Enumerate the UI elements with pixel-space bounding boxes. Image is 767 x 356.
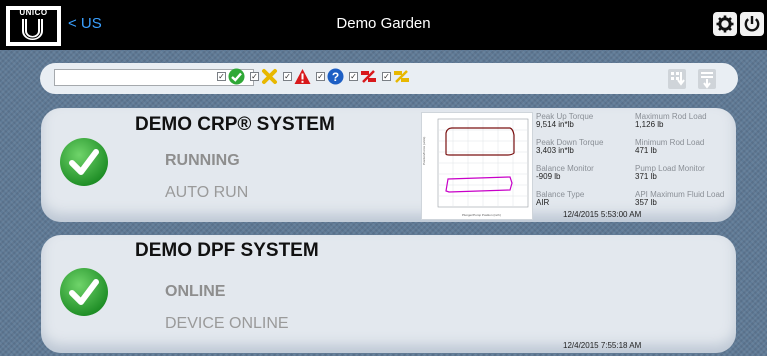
system-card-dpf[interactable]: DEMO DPF SYSTEM ONLINE DEVICE ONLINE 12/…	[41, 235, 736, 353]
filter-checkbox-other[interactable]: ✓	[382, 72, 391, 81]
blue-question-icon: ?	[327, 68, 344, 85]
system-substate: DEVICE ONLINE	[165, 315, 289, 332]
top-bar: UNICO < US Demo Garden	[0, 0, 767, 50]
page-title: Demo Garden	[336, 15, 431, 32]
filter-checkbox-running[interactable]: ✓	[217, 72, 226, 81]
settings-button[interactable]	[713, 12, 737, 36]
red-link-icon	[361, 70, 376, 83]
sort-list-icon[interactable]	[695, 67, 719, 91]
system-substate: AUTO RUN	[165, 184, 249, 201]
chart-y-axis-label: Position/Force (units)	[422, 137, 426, 165]
metric-value: 357 lb	[635, 198, 657, 207]
metric-value: 471 lb	[635, 146, 657, 155]
metric-value: 9,514 in*lb	[536, 120, 574, 129]
system-name: DEMO CRP® SYSTEM	[135, 114, 335, 135]
metric-value: 1,126 lb	[635, 120, 664, 129]
svg-text:?: ?	[332, 70, 339, 84]
dynamometer-card-chart[interactable]: Position/Force (units) Plunger/Pump Posi…	[421, 112, 533, 220]
last-updated-timestamp: 12/4/2015 7:55:18 AM	[563, 341, 642, 350]
system-state: RUNNING	[165, 152, 240, 169]
filter-checkbox-alarm[interactable]: ✓	[283, 72, 292, 81]
filter-checkbox-stopped[interactable]: ✓	[250, 72, 259, 81]
power-button[interactable]	[740, 12, 764, 36]
green-check-icon	[228, 68, 245, 85]
yellow-link-icon	[394, 70, 409, 83]
red-warning-icon	[294, 69, 311, 84]
green-check-icon	[60, 268, 108, 316]
yellow-x-icon	[262, 69, 277, 84]
sort-down-icon[interactable]	[665, 67, 689, 91]
metric-value: AIR	[536, 198, 550, 207]
filter-bar: ✓ ✓ ✓ ✓ ? ✓ ✓	[40, 63, 738, 94]
metric-value: -909 lb	[536, 172, 561, 181]
system-state: ONLINE	[165, 283, 226, 300]
system-card-crp[interactable]: DEMO CRP® SYSTEM RUNNING AUTO RUN Positi…	[41, 108, 736, 222]
dynamometer-chart-svg: Position/Force (units) Plunger/Pump Posi…	[422, 118, 529, 217]
green-check-icon	[60, 138, 108, 186]
chart-x-axis-label: Plunger/Pump Position (inch)	[462, 213, 501, 217]
power-icon	[744, 16, 760, 32]
filter-checkbox-unknown[interactable]: ✓	[316, 72, 325, 81]
last-updated-timestamp: 12/4/2015 5:53:00 AM	[563, 210, 642, 219]
filter-checkbox-comm-fault[interactable]: ✓	[349, 72, 358, 81]
metric-value: 371 lb	[635, 172, 657, 181]
metric-value: 3,403 in*lb	[536, 146, 574, 155]
gear-icon	[716, 15, 734, 33]
system-name: DEMO DPF SYSTEM	[135, 240, 319, 261]
